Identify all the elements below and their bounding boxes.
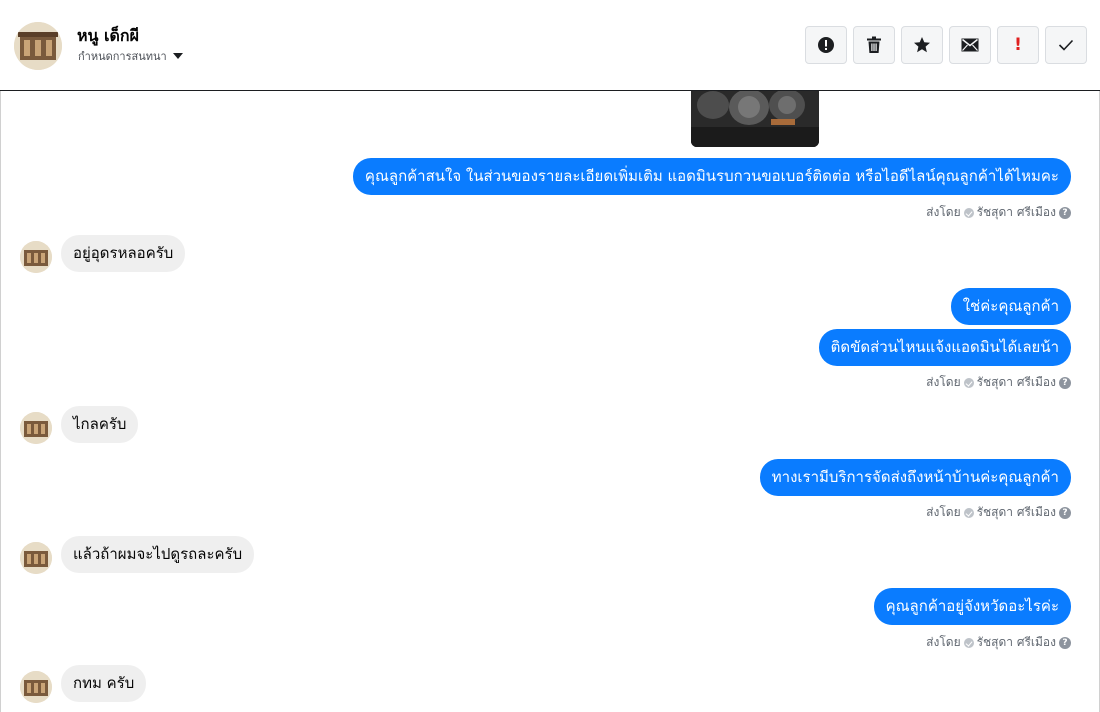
trash-icon: [867, 36, 881, 53]
message-thread[interactable]: คุณลูกค้าสนใจ ในส่วนของรายละเอียดเพิ่มเต…: [0, 91, 1100, 712]
caret-down-icon: [172, 53, 183, 59]
conversation-header: หนู เด็กผี กำหนดการสนทนา !: [0, 0, 1100, 91]
outgoing-message[interactable]: ใช่ค่ะคุณลูกค้า: [950, 288, 1071, 325]
exclamation-icon: !: [1014, 35, 1022, 55]
contact-name[interactable]: หนู เด็กผี: [77, 24, 139, 49]
sender-agent-name[interactable]: รัชสุดา ศรีเมือง: [977, 373, 1056, 392]
sent-by-label: ส่งโดย: [926, 505, 961, 519]
verified-check-icon: [963, 507, 974, 518]
incoming-message[interactable]: แล้วถ้าผมจะไปดูรถละครับ: [61, 536, 255, 573]
incoming-message[interactable]: ไกลครับ: [61, 406, 139, 443]
sent-by-info: ส่งโดย รัชสุดา ศรีเมือง ?: [926, 373, 1071, 392]
verified-check-icon: [963, 637, 974, 648]
contact-avatar-small[interactable]: [20, 412, 52, 444]
sent-by-label: ส่งโดย: [926, 205, 961, 219]
report-button[interactable]: [805, 26, 847, 64]
sent-by-label: ส่งโดย: [926, 635, 961, 649]
help-icon[interactable]: ?: [1059, 206, 1071, 219]
delete-button[interactable]: [853, 26, 895, 64]
contact-avatar-small[interactable]: [20, 542, 52, 574]
contact-avatar-small[interactable]: [20, 671, 52, 703]
assign-conversation-dropdown[interactable]: กำหนดการสนทนา: [78, 47, 183, 65]
sender-agent-name[interactable]: รัชสุดา ศรีเมือง: [977, 633, 1056, 652]
conversation-toolbar: !: [805, 26, 1087, 64]
outgoing-message[interactable]: คุณลูกค้าอยู่จังหวัดอะไรค่ะ: [873, 588, 1071, 625]
mark-unread-button[interactable]: [949, 26, 991, 64]
outgoing-message[interactable]: คุณลูกค้าสนใจ ในส่วนของรายละเอียดเพิ่มเต…: [352, 158, 1071, 195]
help-icon[interactable]: ?: [1059, 376, 1071, 389]
outgoing-message[interactable]: ทางเรามีบริการจัดส่งถึงหน้าบ้านค่ะคุณลูก…: [759, 459, 1071, 496]
sent-by-info: ส่งโดย รัชสุดา ศรีเมือง ?: [926, 503, 1071, 522]
envelope-icon: [961, 38, 979, 52]
sent-by-info: ส่งโดย รัชสุดา ศรีเมือง ?: [926, 203, 1071, 222]
star-icon: [914, 37, 930, 53]
incoming-message[interactable]: อยู่อุดรหลอครับ: [61, 235, 186, 272]
verified-check-icon: [963, 207, 974, 218]
help-icon[interactable]: ?: [1059, 636, 1071, 649]
contact-avatar[interactable]: [14, 22, 62, 70]
shared-photo-thumbnail[interactable]: [691, 91, 819, 147]
contact-avatar-small[interactable]: [20, 241, 52, 273]
check-icon: [1058, 39, 1074, 51]
alert-circle-icon: [818, 37, 834, 53]
outgoing-message[interactable]: ติดขัดส่วนไหนแจ้งแอดมินได้เลยน้า: [818, 329, 1071, 366]
sent-by-label: ส่งโดย: [926, 375, 961, 389]
done-button[interactable]: [1045, 26, 1087, 64]
sender-agent-name[interactable]: รัชสุดา ศรีเมือง: [977, 203, 1056, 222]
sent-by-info: ส่งโดย รัชสุดา ศรีเมือง ?: [926, 633, 1071, 652]
help-icon[interactable]: ?: [1059, 506, 1071, 519]
incoming-message[interactable]: กทม ครับ: [61, 665, 147, 702]
verified-check-icon: [963, 377, 974, 388]
assign-conversation-label: กำหนดการสนทนา: [78, 50, 167, 63]
star-button[interactable]: [901, 26, 943, 64]
sender-agent-name[interactable]: รัชสุดา ศรีเมือง: [977, 503, 1056, 522]
important-button[interactable]: !: [997, 26, 1039, 64]
